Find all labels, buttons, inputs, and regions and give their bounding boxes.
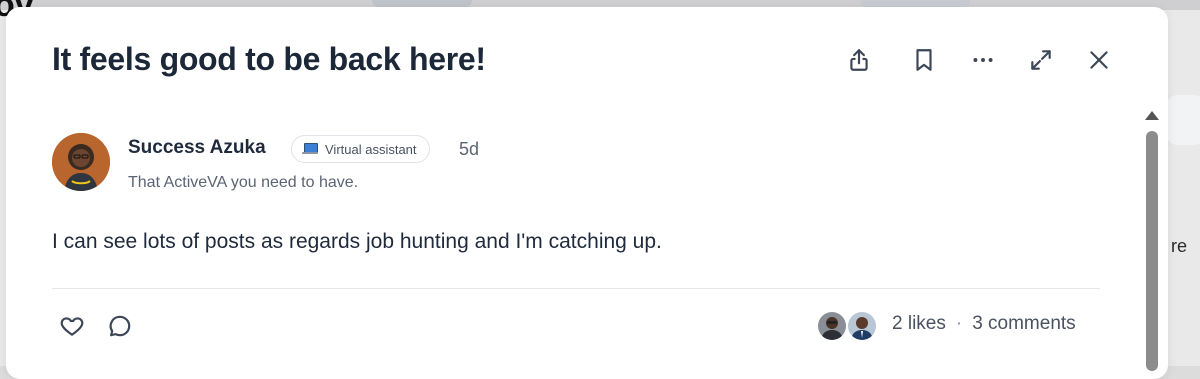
post-modal: It feels good to be back here! Success A… <box>6 7 1168 379</box>
bookmark-icon[interactable] <box>909 45 939 75</box>
engagement-stats: 2 likes · 3 comments <box>892 313 1076 335</box>
author-tagline: That ActiveVA you need to have. <box>128 174 359 191</box>
divider <box>52 288 1100 289</box>
comment-bubble-icon[interactable] <box>105 311 135 341</box>
role-badge: Virtual assistant <box>291 135 430 163</box>
stats-separator: · <box>955 313 963 334</box>
close-icon[interactable] <box>1084 45 1114 75</box>
post-timestamp[interactable]: 5d <box>459 139 479 160</box>
share-icon[interactable] <box>844 45 874 75</box>
likes-count[interactable]: 2 likes <box>892 313 946 335</box>
author-avatar[interactable] <box>52 133 110 191</box>
liker-avatar[interactable] <box>846 310 878 342</box>
background-side-text: re <box>1171 236 1188 256</box>
liker-avatar[interactable] <box>816 310 848 342</box>
expand-icon[interactable] <box>1026 45 1056 75</box>
laptop-icon <box>302 143 318 155</box>
scroll-up-arrow-icon[interactable] <box>1145 111 1159 120</box>
more-icon[interactable] <box>968 45 998 75</box>
post-title: It feels good to be back here! <box>52 41 486 77</box>
background-side-card <box>1166 95 1200 145</box>
scrollbar-thumb[interactable] <box>1146 131 1158 371</box>
like-heart-icon[interactable] <box>57 311 87 341</box>
author-name[interactable]: Success Azuka <box>128 137 266 159</box>
comments-count[interactable]: 3 comments <box>972 313 1075 335</box>
post-body: I can see lots of posts as regards job h… <box>52 230 662 253</box>
role-badge-label: Virtual assistant <box>325 141 417 157</box>
